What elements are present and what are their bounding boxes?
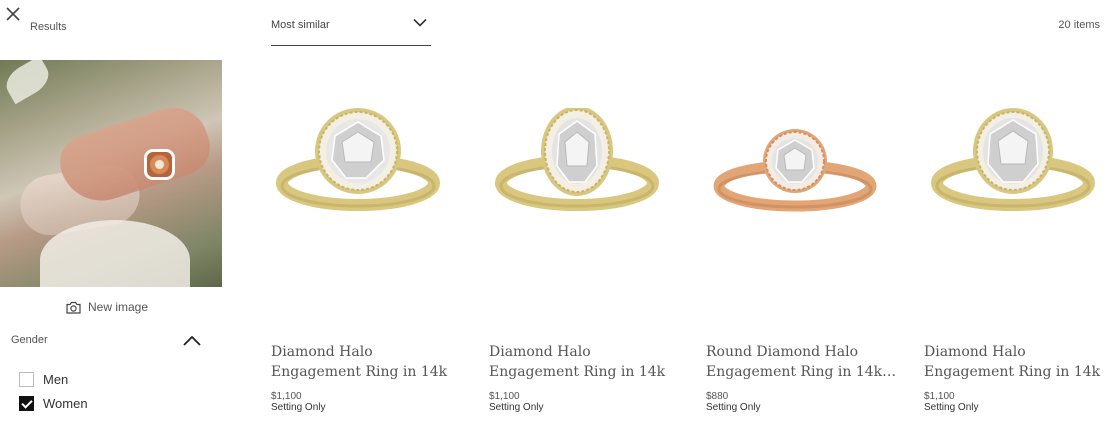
new-image-label: New image <box>88 300 149 314</box>
new-image-button[interactable]: New image <box>66 300 148 314</box>
women-checkbox[interactable] <box>19 396 34 411</box>
product-card[interactable]: Diamond Halo Engagement Ring in 14k Yell… <box>271 90 471 420</box>
product-title: Round Diamond Halo Engagement Ring in 14… <box>706 344 897 380</box>
product-image <box>276 108 440 211</box>
product-note: Setting Only <box>706 402 761 413</box>
product-image <box>713 129 877 212</box>
gender-option-women[interactable]: Women <box>19 396 88 411</box>
product-image <box>495 108 659 211</box>
product-price: $1,100 <box>489 391 520 402</box>
uploaded-photo <box>0 60 222 287</box>
product-card[interactable]: Round Diamond Halo Engagement Ring in 14… <box>706 90 906 420</box>
men-checkbox[interactable] <box>19 372 34 387</box>
gender-option-men[interactable]: Men <box>19 372 68 387</box>
close-icon <box>6 7 20 21</box>
gender-label: Gender <box>11 334 48 346</box>
product-card[interactable]: Diamond Halo Engagement Ring in 14k Yell… <box>489 90 689 420</box>
gender-filter-toggle[interactable]: Gender <box>11 330 201 350</box>
ring-hotspot[interactable] <box>144 149 175 180</box>
product-price: $880 <box>706 391 729 402</box>
product-title: Diamond Halo Engagement Ring in 14k Yell… <box>271 344 448 380</box>
product-price: $1,100 <box>924 391 955 402</box>
product-title: Diamond Halo Engagement Ring in 14k Yell… <box>489 344 666 380</box>
product-image <box>931 108 1095 211</box>
chevron-down-icon <box>413 18 427 27</box>
item-count: 20 items <box>1058 19 1100 31</box>
sort-value: Most similar <box>271 19 330 31</box>
chevron-up-icon <box>183 335 201 346</box>
product-note: Setting Only <box>489 402 544 413</box>
sort-dropdown[interactable]: Most similar <box>271 6 431 46</box>
women-label: Women <box>43 396 88 411</box>
camera-icon <box>66 301 81 314</box>
product-price: $1,100 <box>271 391 302 402</box>
product-card[interactable]: Diamond Halo Engagement Ring in 14k Yell… <box>924 90 1117 420</box>
product-title: Diamond Halo Engagement Ring in 14k Yell… <box>924 344 1101 380</box>
men-label: Men <box>43 372 69 387</box>
results-label: Results <box>30 21 67 33</box>
product-note: Setting Only <box>924 402 979 413</box>
close-button[interactable] <box>4 5 22 23</box>
product-note: Setting Only <box>271 402 326 413</box>
